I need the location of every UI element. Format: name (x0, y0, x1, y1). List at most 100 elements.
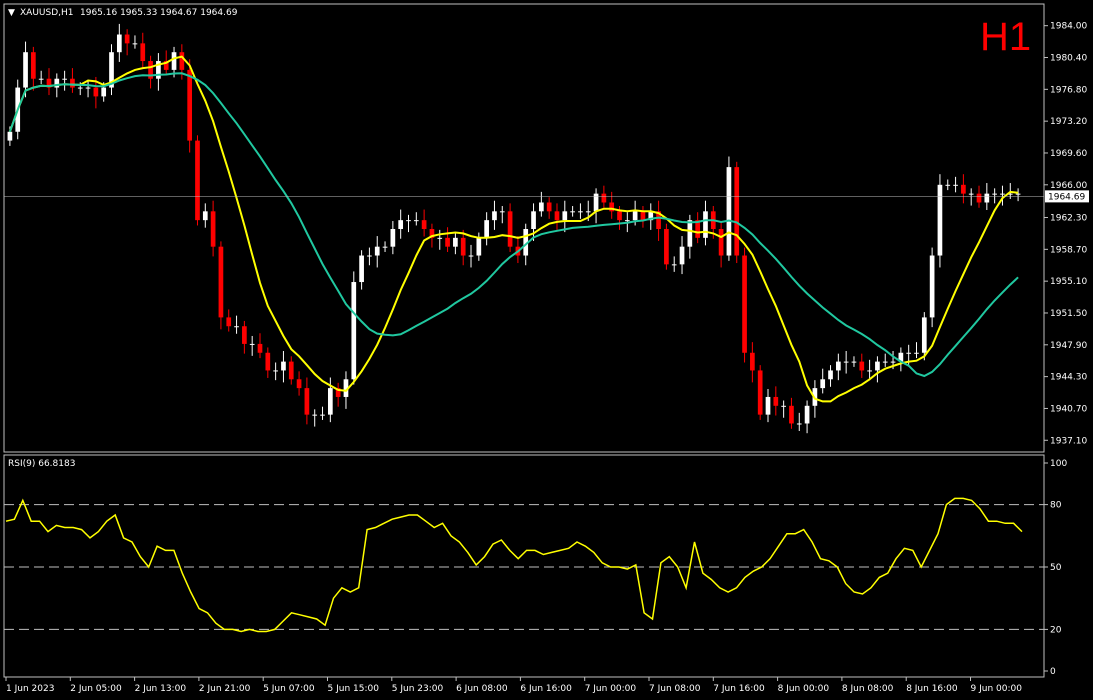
candle-body[interactable] (406, 220, 411, 222)
candle-body[interactable] (398, 220, 404, 229)
candle-body[interactable] (1000, 193, 1005, 195)
candle-body[interactable] (304, 388, 310, 415)
candle-body[interactable] (961, 184, 966, 194)
candle-body[interactable] (101, 87, 107, 97)
candle-body[interactable] (828, 370, 833, 380)
candle-body[interactable] (539, 202, 544, 212)
candle-body[interactable] (234, 326, 239, 328)
candle-body[interactable] (507, 211, 513, 247)
candle-body[interactable] (179, 52, 185, 70)
candle-body[interactable] (617, 211, 622, 221)
candle-body[interactable] (687, 220, 693, 247)
candle-body[interactable] (562, 211, 568, 221)
candle-body[interactable] (23, 52, 28, 88)
candle-body[interactable] (382, 246, 388, 248)
candle-body[interactable] (585, 211, 591, 213)
candle-body[interactable] (945, 184, 951, 186)
candle-body[interactable] (468, 255, 474, 257)
candle-body[interactable] (218, 246, 224, 318)
candle-body[interactable] (640, 211, 646, 221)
candle-body[interactable] (320, 414, 325, 416)
candle-body[interactable] (77, 87, 83, 89)
candle-body[interactable] (992, 193, 997, 195)
candle-body[interactable] (867, 370, 872, 372)
candle-body[interactable] (281, 361, 286, 371)
candle-body[interactable] (968, 193, 974, 195)
candle-body[interactable] (906, 352, 912, 354)
candle-body[interactable] (70, 78, 75, 88)
candle-body[interactable] (624, 220, 630, 222)
price-pane[interactable] (4, 23, 1044, 434)
candle-body[interactable] (953, 184, 958, 186)
candle-body[interactable] (984, 193, 990, 203)
symbol-menu-icon[interactable]: ▼ (8, 8, 15, 18)
candle-body[interactable] (976, 193, 982, 203)
candle-body[interactable] (781, 405, 786, 407)
candle-body[interactable] (484, 220, 489, 238)
candle-body[interactable] (750, 352, 755, 371)
candle-body[interactable] (187, 69, 193, 141)
candle-body[interactable] (85, 87, 91, 89)
candle-body[interactable] (789, 405, 794, 424)
candle-body[interactable] (578, 211, 583, 213)
candle-body[interactable] (38, 78, 44, 80)
candle-body[interactable] (359, 255, 364, 283)
candle-body[interactable] (390, 229, 396, 247)
candle-body[interactable] (124, 34, 130, 44)
candle-body[interactable] (554, 211, 560, 221)
candle-body[interactable] (703, 211, 708, 238)
candle-body[interactable] (351, 282, 357, 380)
candle-body[interactable] (445, 237, 450, 247)
candle-body[interactable] (249, 343, 255, 345)
candle-body[interactable] (132, 43, 138, 45)
candle-body[interactable] (851, 361, 857, 363)
candle-body[interactable] (171, 52, 177, 70)
candle-body[interactable] (476, 237, 482, 256)
candle-body[interactable] (882, 361, 888, 363)
candle-body[interactable] (93, 87, 99, 97)
candle-body[interactable] (140, 43, 146, 62)
candle-body[interactable] (773, 396, 779, 406)
candle-body[interactable] (374, 246, 380, 256)
candle-body[interactable] (726, 167, 732, 256)
chart-canvas[interactable]: 1984.00 1980.40 1976.80 1973.20 1969.60 1966.… (0, 0, 1093, 700)
candle-body[interactable] (413, 220, 419, 222)
candle-body[interactable] (273, 370, 278, 372)
candle-body[interactable] (570, 211, 575, 213)
candle-body[interactable] (7, 131, 13, 141)
candle-body[interactable] (835, 361, 841, 371)
candle-body[interactable] (460, 237, 466, 256)
candle-body[interactable] (734, 167, 740, 256)
candle-body[interactable] (312, 414, 318, 416)
candle-body[interactable] (921, 317, 927, 353)
candle-body[interactable] (757, 370, 763, 415)
candle-body[interactable] (288, 361, 294, 380)
candle-body[interactable] (242, 326, 247, 344)
candle-body[interactable] (265, 352, 271, 371)
candle-body[interactable] (62, 78, 67, 80)
candle-body[interactable] (679, 246, 685, 265)
candle-body[interactable] (257, 343, 263, 353)
candle-body[interactable] (492, 211, 497, 221)
candle-body[interactable] (210, 211, 216, 247)
candle-body[interactable] (202, 211, 208, 221)
candle-body[interactable] (742, 255, 747, 353)
candle-body[interactable] (531, 211, 536, 229)
candle-body[interactable] (453, 237, 458, 247)
candle-body[interactable] (664, 229, 669, 265)
candle-body[interactable] (820, 379, 826, 389)
candle-body[interactable] (499, 211, 505, 213)
candle-body[interactable] (929, 255, 935, 318)
candle-body[interactable] (765, 396, 771, 415)
candle-body[interactable] (875, 361, 880, 371)
candle-body[interactable] (195, 140, 200, 221)
candle-body[interactable] (367, 255, 372, 257)
candle-body[interactable] (31, 52, 36, 79)
candle-body[interactable] (226, 317, 232, 327)
candle-body[interactable] (796, 423, 802, 425)
candle-body[interactable] (804, 405, 810, 424)
candle-body[interactable] (632, 211, 638, 221)
candle-body[interactable] (859, 361, 865, 371)
candle-body[interactable] (890, 361, 896, 363)
candle-body[interactable] (937, 184, 943, 256)
